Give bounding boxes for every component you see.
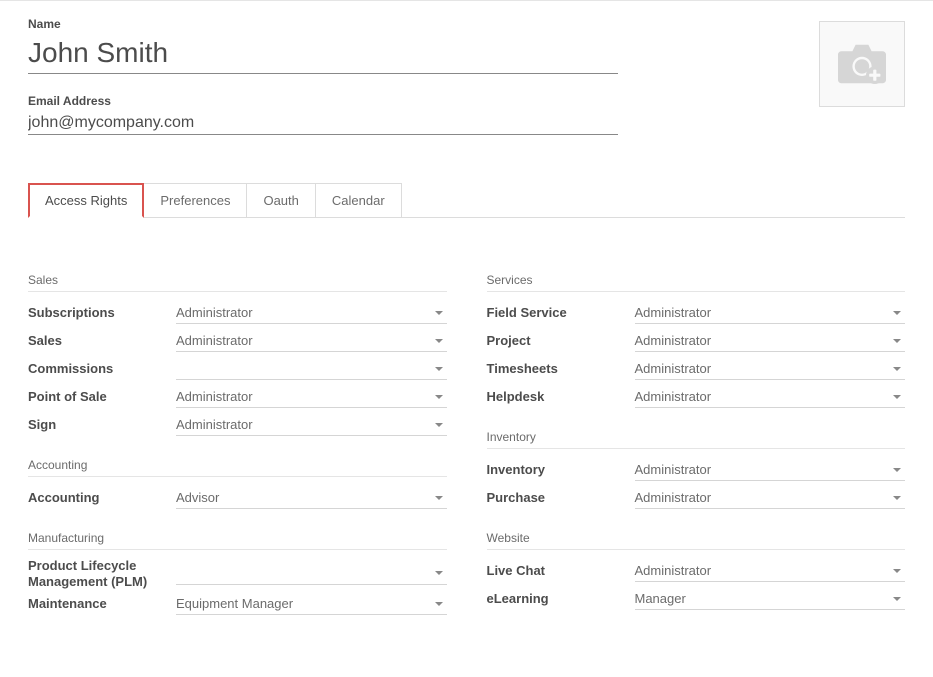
select-value: Administrator <box>176 389 253 404</box>
select-value: Manager <box>635 591 686 606</box>
label-subscriptions: Subscriptions <box>28 305 176 321</box>
caret-down-icon <box>435 367 443 371</box>
select-accounting[interactable]: Advisor <box>176 487 447 509</box>
tab-oauth[interactable]: Oauth <box>246 183 315 217</box>
select-live-chat[interactable]: Administrator <box>635 560 906 582</box>
label-inventory: Inventory <box>487 462 635 478</box>
caret-down-icon <box>893 339 901 343</box>
section-title-sales: Sales <box>28 273 447 292</box>
select-value: Administrator <box>635 305 712 320</box>
select-helpdesk[interactable]: Administrator <box>635 386 906 408</box>
select-value: Administrator <box>176 333 253 348</box>
email-label: Email Address <box>28 94 618 108</box>
section-title-website: Website <box>487 531 906 550</box>
caret-down-icon <box>435 395 443 399</box>
label-product-lifecycle-management-plm-: Product Lifecycle Management (PLM) <box>28 558 176 589</box>
select-field-service[interactable]: Administrator <box>635 302 906 324</box>
caret-down-icon <box>435 311 443 315</box>
tab-access-rights[interactable]: Access Rights <box>28 183 144 218</box>
select-product-lifecycle-management-plm-[interactable] <box>176 563 447 585</box>
select-value: Administrator <box>176 417 253 432</box>
caret-down-icon <box>435 496 443 500</box>
select-project[interactable]: Administrator <box>635 330 906 352</box>
label-commissions: Commissions <box>28 361 176 377</box>
avatar-upload[interactable] <box>819 21 905 107</box>
select-value: Advisor <box>176 490 219 505</box>
caret-down-icon <box>893 496 901 500</box>
name-input[interactable] <box>28 33 618 74</box>
name-label: Name <box>28 17 618 31</box>
label-elearning: eLearning <box>487 591 635 607</box>
label-live-chat: Live Chat <box>487 563 635 579</box>
select-point-of-sale[interactable]: Administrator <box>176 386 447 408</box>
label-project: Project <box>487 333 635 349</box>
tabs: Access RightsPreferencesOauthCalendar <box>28 183 905 218</box>
label-sales: Sales <box>28 333 176 349</box>
section-title-inventory: Inventory <box>487 430 906 449</box>
caret-down-icon <box>435 423 443 427</box>
select-value: Equipment Manager <box>176 596 293 611</box>
caret-down-icon <box>435 339 443 343</box>
select-value: Administrator <box>635 563 712 578</box>
select-value: Administrator <box>176 305 253 320</box>
section-title-services: Services <box>487 273 906 292</box>
caret-down-icon <box>893 468 901 472</box>
label-purchase: Purchase <box>487 490 635 506</box>
caret-down-icon <box>893 569 901 573</box>
select-value: Administrator <box>635 490 712 505</box>
select-value: Administrator <box>635 462 712 477</box>
select-maintenance[interactable]: Equipment Manager <box>176 593 447 615</box>
select-inventory[interactable]: Administrator <box>635 459 906 481</box>
select-value: Administrator <box>635 361 712 376</box>
select-elearning[interactable]: Manager <box>635 588 906 610</box>
caret-down-icon <box>893 395 901 399</box>
label-timesheets: Timesheets <box>487 361 635 377</box>
select-sign[interactable]: Administrator <box>176 414 447 436</box>
label-maintenance: Maintenance <box>28 596 176 612</box>
label-accounting: Accounting <box>28 490 176 506</box>
caret-down-icon <box>893 311 901 315</box>
caret-down-icon <box>893 367 901 371</box>
email-input[interactable] <box>28 110 618 135</box>
select-sales[interactable]: Administrator <box>176 330 447 352</box>
section-title-manufacturing: Manufacturing <box>28 531 447 550</box>
select-value: Administrator <box>635 333 712 348</box>
select-timesheets[interactable]: Administrator <box>635 358 906 380</box>
caret-down-icon <box>435 602 443 606</box>
tab-preferences[interactable]: Preferences <box>143 183 247 217</box>
label-helpdesk: Helpdesk <box>487 389 635 405</box>
caret-down-icon <box>893 597 901 601</box>
tab-calendar[interactable]: Calendar <box>315 183 402 217</box>
select-commissions[interactable] <box>176 358 447 380</box>
label-point-of-sale: Point of Sale <box>28 389 176 405</box>
select-value: Administrator <box>635 389 712 404</box>
select-subscriptions[interactable]: Administrator <box>176 302 447 324</box>
caret-down-icon <box>435 571 443 575</box>
label-field-service: Field Service <box>487 305 635 321</box>
label-sign: Sign <box>28 417 176 433</box>
camera-plus-icon <box>838 43 886 85</box>
select-purchase[interactable]: Administrator <box>635 487 906 509</box>
section-title-accounting: Accounting <box>28 458 447 477</box>
